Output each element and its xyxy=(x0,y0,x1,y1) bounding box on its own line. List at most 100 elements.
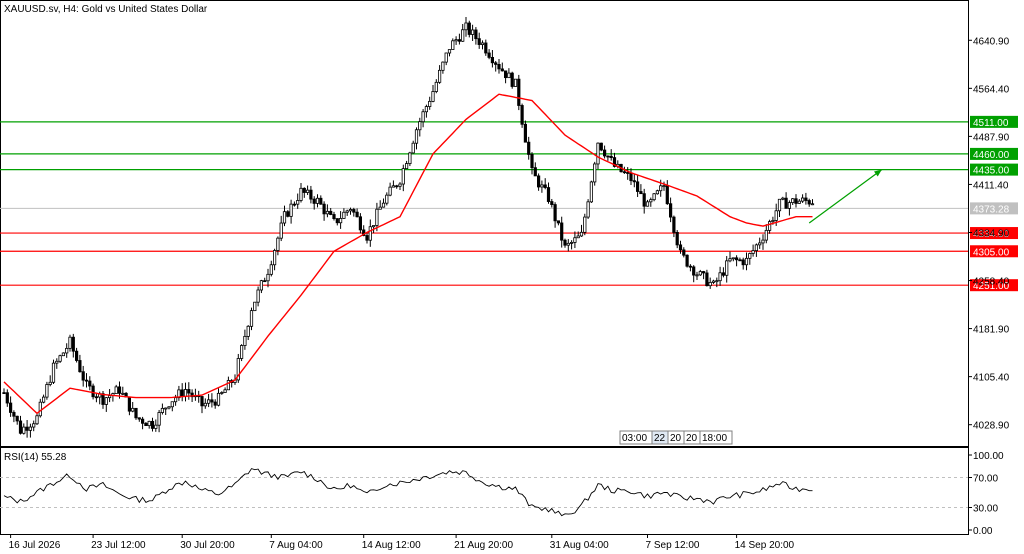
candle-body xyxy=(642,193,646,207)
chart-canvas[interactable]: 4511.004460.004435.004334.004305.004251.… xyxy=(0,0,1024,554)
candle xyxy=(599,142,603,152)
candle-body xyxy=(81,371,85,381)
candle-body xyxy=(325,210,330,215)
candle-body xyxy=(741,259,745,266)
candle-body xyxy=(408,152,412,164)
candle-body xyxy=(411,142,415,154)
rsi-plot xyxy=(0,468,968,517)
rsi-y-tick-label: 30.00 xyxy=(973,504,998,515)
candle xyxy=(467,20,471,38)
time-scroll-text: 18:00 xyxy=(702,433,727,444)
candle xyxy=(497,58,501,74)
x-tick-label: 7 Aug 04:00 xyxy=(269,540,323,551)
candle-body xyxy=(131,407,135,412)
candle xyxy=(325,204,330,218)
candle-body xyxy=(751,250,755,254)
candle xyxy=(434,79,438,94)
candle xyxy=(437,65,442,84)
candle-body xyxy=(669,203,673,218)
y-tick-label: 4640.90 xyxy=(973,36,1010,47)
candle-body xyxy=(467,22,471,35)
candle xyxy=(751,244,755,257)
candle xyxy=(603,145,607,159)
candle xyxy=(157,409,161,433)
candle-body xyxy=(2,392,6,395)
candle xyxy=(444,52,448,66)
candle-body xyxy=(180,389,184,397)
candle xyxy=(160,403,164,415)
candle-body xyxy=(348,209,353,212)
candle xyxy=(523,120,528,143)
candle xyxy=(477,32,481,49)
candle-body xyxy=(421,111,425,123)
candle-body xyxy=(25,426,29,431)
x-tick-label: 16 Jul 2026 xyxy=(9,540,61,551)
candle-body xyxy=(774,210,778,221)
candle-body xyxy=(418,121,422,131)
candle-body xyxy=(632,180,636,183)
candle xyxy=(378,200,382,210)
candle xyxy=(65,343,69,358)
candle-body xyxy=(279,222,283,239)
candle-body xyxy=(414,129,419,144)
candle-body xyxy=(401,168,405,185)
candle-body xyxy=(15,415,19,422)
candle-body xyxy=(55,360,59,364)
candle xyxy=(12,410,16,423)
candle xyxy=(589,180,594,203)
candle-body xyxy=(200,396,204,407)
candle xyxy=(503,70,508,84)
y-tick-label: 4181.90 xyxy=(973,325,1010,336)
candle xyxy=(754,243,759,257)
candle xyxy=(292,201,297,207)
candle-body xyxy=(312,198,316,204)
candle-body xyxy=(38,401,42,417)
candle-body xyxy=(758,242,762,246)
candle-body xyxy=(546,187,551,202)
level-label: 4460.00 xyxy=(970,147,1018,161)
candle xyxy=(748,252,752,265)
candle xyxy=(513,78,518,87)
candle xyxy=(81,365,85,387)
candle-body xyxy=(533,167,537,177)
candle xyxy=(18,415,23,435)
candle-body xyxy=(576,235,580,239)
candle-body xyxy=(665,185,669,205)
moving-average-line xyxy=(3,93,813,415)
candle xyxy=(672,215,676,238)
candle xyxy=(810,199,815,206)
candle xyxy=(61,352,66,357)
candle xyxy=(682,247,686,258)
rsi-y-tick-label: 100.00 xyxy=(973,451,1004,462)
candle-body xyxy=(708,282,712,287)
candle xyxy=(797,199,801,204)
candle xyxy=(32,420,36,432)
candle-body xyxy=(371,225,376,228)
candle-body xyxy=(497,64,501,70)
candle-body xyxy=(167,406,171,409)
candle-body xyxy=(378,206,382,210)
candle-body xyxy=(659,185,663,192)
candle-body xyxy=(58,355,62,362)
candle xyxy=(71,333,75,358)
candle xyxy=(692,265,696,283)
candle-body xyxy=(771,220,775,223)
candle-body xyxy=(695,274,699,277)
candle-body xyxy=(500,68,504,72)
candle-body xyxy=(477,38,481,45)
candle xyxy=(579,224,584,237)
candle xyxy=(150,417,155,432)
candle xyxy=(358,213,363,234)
candle-body xyxy=(216,392,221,406)
candle xyxy=(104,396,108,412)
candle-body xyxy=(22,426,26,434)
candle xyxy=(494,60,498,72)
candle xyxy=(728,251,732,263)
candle-body xyxy=(678,244,683,251)
candle-body xyxy=(157,412,161,426)
candle-body xyxy=(108,395,112,399)
candle-body xyxy=(503,70,508,79)
candle xyxy=(487,49,491,60)
chart-window[interactable]: XAUUSD.sv, H4: Gold vs United States Dol… xyxy=(0,0,1024,554)
candle-body xyxy=(164,407,168,410)
